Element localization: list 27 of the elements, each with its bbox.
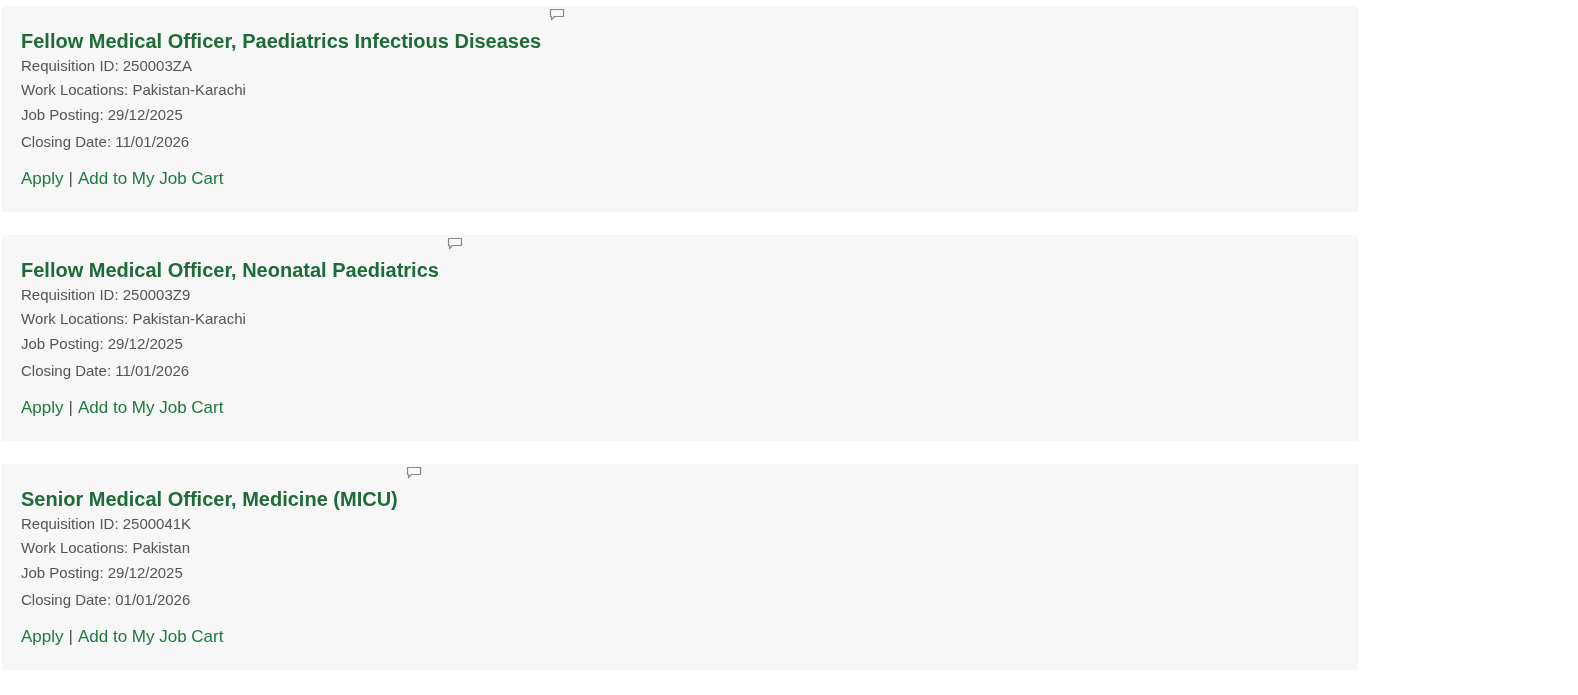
requisition-id: Requisition ID: 2500041K xyxy=(21,514,193,534)
requisition-id: Requisition ID: 250003ZA xyxy=(21,56,193,76)
job-posting-date: Job Posting: 29/12/2025 xyxy=(21,563,184,583)
link-separator: | xyxy=(68,168,73,190)
job-posting-date: Job Posting: 29/12/2025 xyxy=(21,105,184,125)
link-separator: | xyxy=(68,626,73,648)
link-separator: | xyxy=(68,397,73,419)
add-to-job-cart-link[interactable]: Add to My Job Cart xyxy=(77,626,224,648)
add-to-job-cart-link[interactable]: Add to My Job Cart xyxy=(77,168,224,190)
job-title-link[interactable]: Senior Medical Officer, Medicine (MICU) xyxy=(21,486,398,512)
apply-link[interactable]: Apply xyxy=(21,626,64,648)
work-locations: Work Locations: Pakistan-Karachi xyxy=(21,309,247,329)
comment-icon[interactable] xyxy=(446,237,463,251)
closing-date: Closing Date: 01/01/2026 xyxy=(21,590,192,610)
apply-link[interactable]: Apply xyxy=(21,397,64,419)
apply-link[interactable]: Apply xyxy=(21,168,64,190)
add-to-job-cart-link[interactable]: Add to My Job Cart xyxy=(77,397,224,419)
job-title-link[interactable]: Fellow Medical Officer, Paediatrics Infectious Diseases xyxy=(21,28,542,54)
work-locations: Work Locations: Pakistan-Karachi xyxy=(21,80,247,100)
job-posting-date: Job Posting: 29/12/2025 xyxy=(21,334,184,354)
comment-icon[interactable] xyxy=(405,466,422,480)
requisition-id: Requisition ID: 250003Z9 xyxy=(21,285,192,305)
comment-icon[interactable] xyxy=(549,8,566,22)
work-locations: Work Locations: Pakistan xyxy=(21,538,191,558)
job-title-link[interactable]: Fellow Medical Officer, Neonatal Paediatrics xyxy=(21,257,439,283)
closing-date: Closing Date: 11/01/2026 xyxy=(21,132,191,152)
closing-date: Closing Date: 11/01/2026 xyxy=(21,361,191,381)
